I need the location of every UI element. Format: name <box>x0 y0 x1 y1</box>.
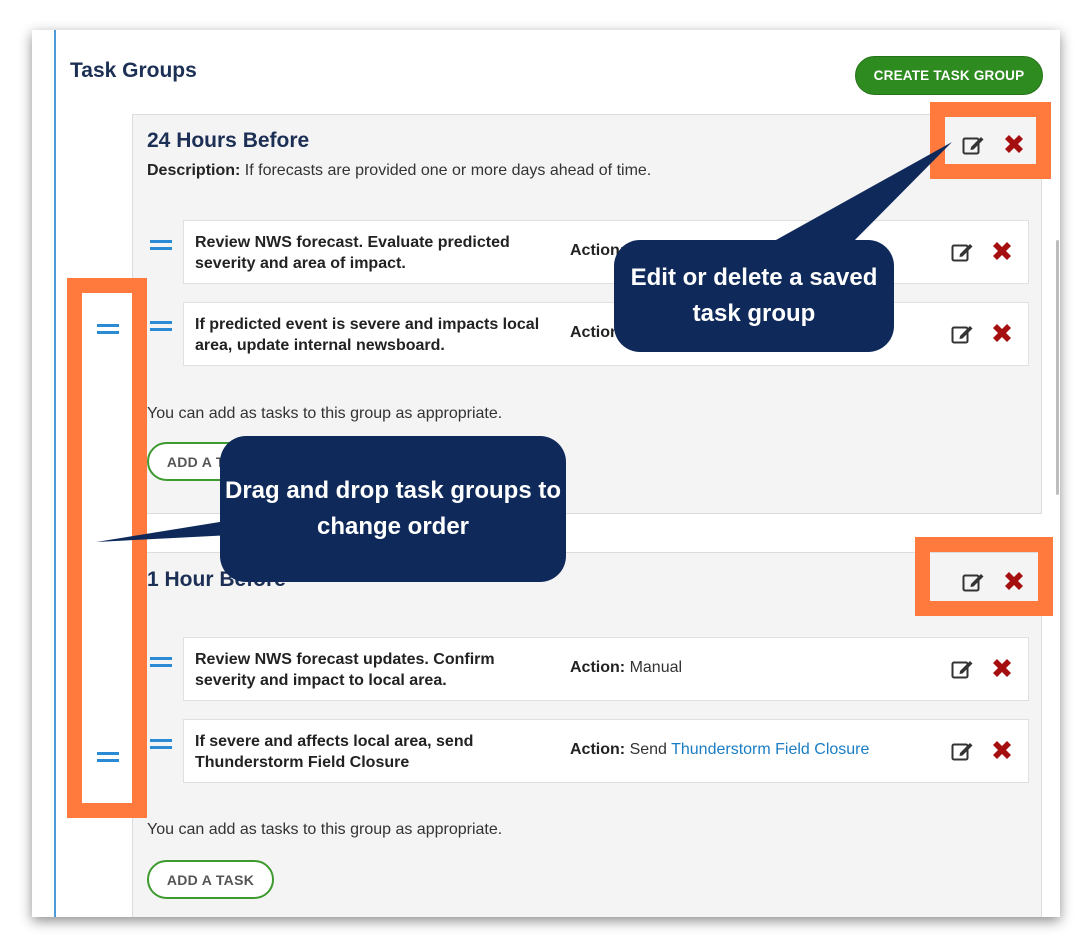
app-window: Task Groups CREATE TASK GROUP 24 Hours B… <box>32 30 1060 917</box>
callout-edit-delete: Edit or delete a saved task group <box>614 240 894 352</box>
callout-drag-drop: Drag and drop task groups to change orde… <box>220 436 566 582</box>
